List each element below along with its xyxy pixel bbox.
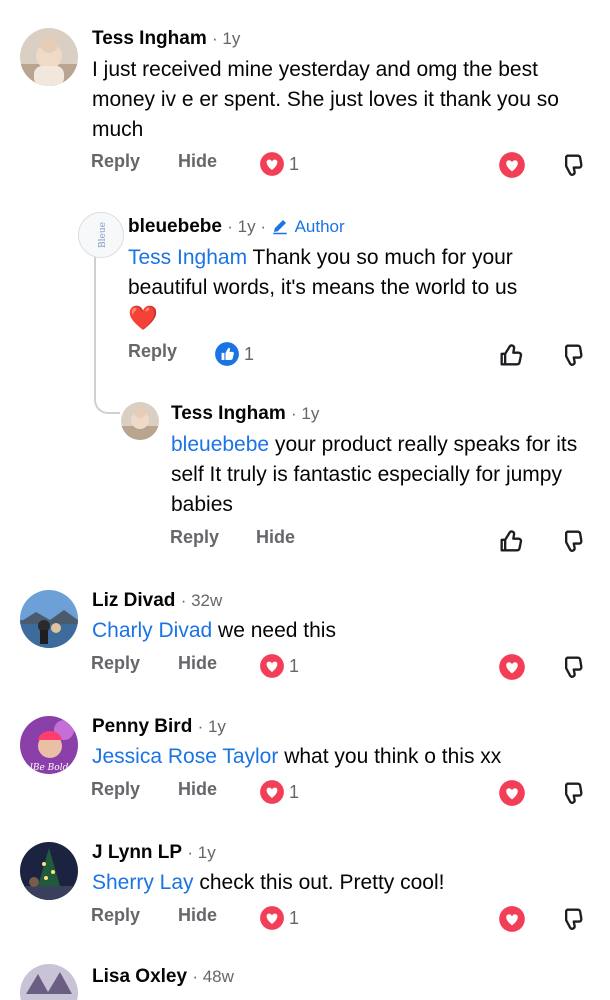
thumbs-down-icon[interactable] [558, 653, 586, 681]
pencil-icon [273, 220, 288, 235]
reaction-count: 1 [289, 655, 300, 676]
comment-text: I just received mine yesterday and omg t… [92, 58, 559, 141]
comment-actions: Reply 1 [0, 341, 610, 369]
heart-button-icon[interactable] [498, 779, 526, 807]
thumbs-down-icon[interactable] [558, 905, 586, 933]
comment-lisa-oxley: Lisa Oxley · 48w [0, 958, 610, 1000]
reply-button[interactable]: Reply [91, 779, 140, 800]
reaction-count: 1 [244, 343, 255, 364]
thumbs-down-icon[interactable] [558, 779, 586, 807]
author-badge: Author [294, 217, 345, 236]
comment-author-name[interactable]: Tess Ingham [171, 403, 286, 424]
mention-link[interactable]: Sherry Lay [92, 871, 194, 894]
comment-tess-ingham: Tess Ingham · 1y I just received mine ye… [0, 0, 610, 190]
reply-button[interactable]: Reply [170, 527, 219, 548]
heart-button-icon[interactable] [498, 653, 526, 681]
mention-link[interactable]: Jessica Rose Taylor [92, 745, 278, 768]
reaction-count: 1 [289, 781, 300, 802]
svg-text:lBe Bold: lBe Bold [30, 763, 69, 773]
love-reaction-icon [259, 151, 285, 177]
comment-text: bleuebebe your product really speaks for… [171, 430, 596, 520]
love-reaction-icon [259, 905, 285, 931]
love-reaction-icon [259, 653, 285, 679]
hide-button[interactable]: Hide [256, 527, 295, 548]
reply-button[interactable]: Reply [91, 653, 140, 674]
comment-j-lynn-lp: J Lynn LP · 1y Sherry Lay check this out… [0, 832, 610, 942]
heart-emoji: ❤️ [128, 305, 158, 332]
comment-timestamp[interactable]: · 1y · [227, 217, 266, 236]
reply-button[interactable]: Reply [91, 905, 140, 926]
comment-timestamp[interactable]: · 1y [212, 29, 240, 48]
reaction-summary[interactable]: 1 [214, 341, 254, 367]
comment-timestamp[interactable]: · 1y [291, 404, 319, 423]
comment-text: Sherry Lay check this out. Pretty cool! [92, 868, 597, 898]
svg-text:Bleue: Bleue [98, 222, 108, 248]
reaction-count: 1 [289, 907, 300, 928]
reply-button[interactable]: Reply [91, 151, 140, 172]
comment-actions: Reply Hide 1 [0, 653, 610, 681]
hide-button[interactable]: Hide [178, 653, 217, 674]
comment-actions: Reply Hide [0, 527, 610, 555]
comment-text: Charly Divad we need this [92, 616, 597, 646]
comment-body: what you think o this xx [278, 745, 502, 768]
comment-penny-bird: lBe Bold Penny Bird · 1y Jessica Rose Ta… [0, 706, 610, 816]
mention-link[interactable]: Charly Divad [92, 619, 212, 642]
avatar[interactable] [20, 842, 78, 900]
hide-button[interactable]: Hide [178, 905, 217, 926]
reaction-summary[interactable]: 1 [259, 653, 299, 679]
comment-actions: Reply Hide 1 [0, 905, 610, 933]
thumbs-up-icon[interactable] [497, 527, 525, 555]
comment-body: check this out. Pretty cool! [193, 871, 445, 894]
avatar[interactable] [121, 402, 159, 440]
reaction-summary[interactable]: 1 [259, 905, 299, 931]
hide-button[interactable]: Hide [178, 779, 217, 800]
thumbs-down-icon[interactable] [558, 341, 586, 369]
comment-author-name[interactable]: Penny Bird [92, 716, 192, 737]
thumbs-down-icon[interactable] [558, 527, 586, 555]
reaction-summary[interactable]: 1 [259, 779, 299, 805]
avatar[interactable] [20, 590, 78, 648]
comment-timestamp[interactable]: · 48w [192, 967, 234, 986]
comment-author-name[interactable]: Liz Divad [92, 590, 175, 611]
avatar[interactable] [20, 28, 78, 86]
comment-actions: Reply Hide 1 [0, 779, 610, 807]
mention-link[interactable]: Tess Ingham [128, 246, 247, 269]
avatar[interactable]: Bleue [78, 212, 124, 258]
comment-actions: Reply Hide 1 [0, 151, 610, 179]
comment-text: Tess Ingham Thank you so much for your b… [128, 243, 588, 335]
thumbs-down-icon[interactable] [558, 151, 586, 179]
comment-timestamp[interactable]: · 1y [187, 843, 215, 862]
love-reaction-icon [259, 779, 285, 805]
heart-button-icon[interactable] [498, 905, 526, 933]
reply-bleuebebe: Bleue bleuebebe · 1y · Author Tess Ingha… [0, 200, 610, 390]
comment-author-name[interactable]: bleuebebe [128, 216, 222, 237]
comment-author-name[interactable]: J Lynn LP [92, 842, 182, 863]
comment-text: Jessica Rose Taylor what you think o thi… [92, 742, 597, 772]
comment-timestamp[interactable]: · 32w [181, 591, 223, 610]
avatar[interactable] [20, 964, 78, 1000]
comment-liz-divad: Liz Divad · 32w Charly Divad we need thi… [0, 580, 610, 690]
heart-button-icon[interactable] [498, 151, 526, 179]
reaction-summary[interactable]: 1 [259, 151, 299, 177]
comment-body: we need this [212, 619, 336, 642]
mention-link[interactable]: bleuebebe [171, 433, 269, 456]
comment-author-name[interactable]: Lisa Oxley [92, 966, 187, 987]
comment-author-name[interactable]: Tess Ingham [92, 28, 207, 49]
comment-timestamp[interactable]: · 1y [198, 717, 226, 736]
reaction-count: 1 [289, 153, 300, 174]
thumbs-up-icon[interactable] [497, 341, 525, 369]
reply-button[interactable]: Reply [128, 341, 177, 362]
avatar[interactable]: lBe Bold [20, 716, 78, 774]
hide-button[interactable]: Hide [178, 151, 217, 172]
like-reaction-icon [214, 341, 240, 367]
reply-tess-ingham: Tess Ingham · 1y bleuebebe your product … [0, 390, 610, 570]
